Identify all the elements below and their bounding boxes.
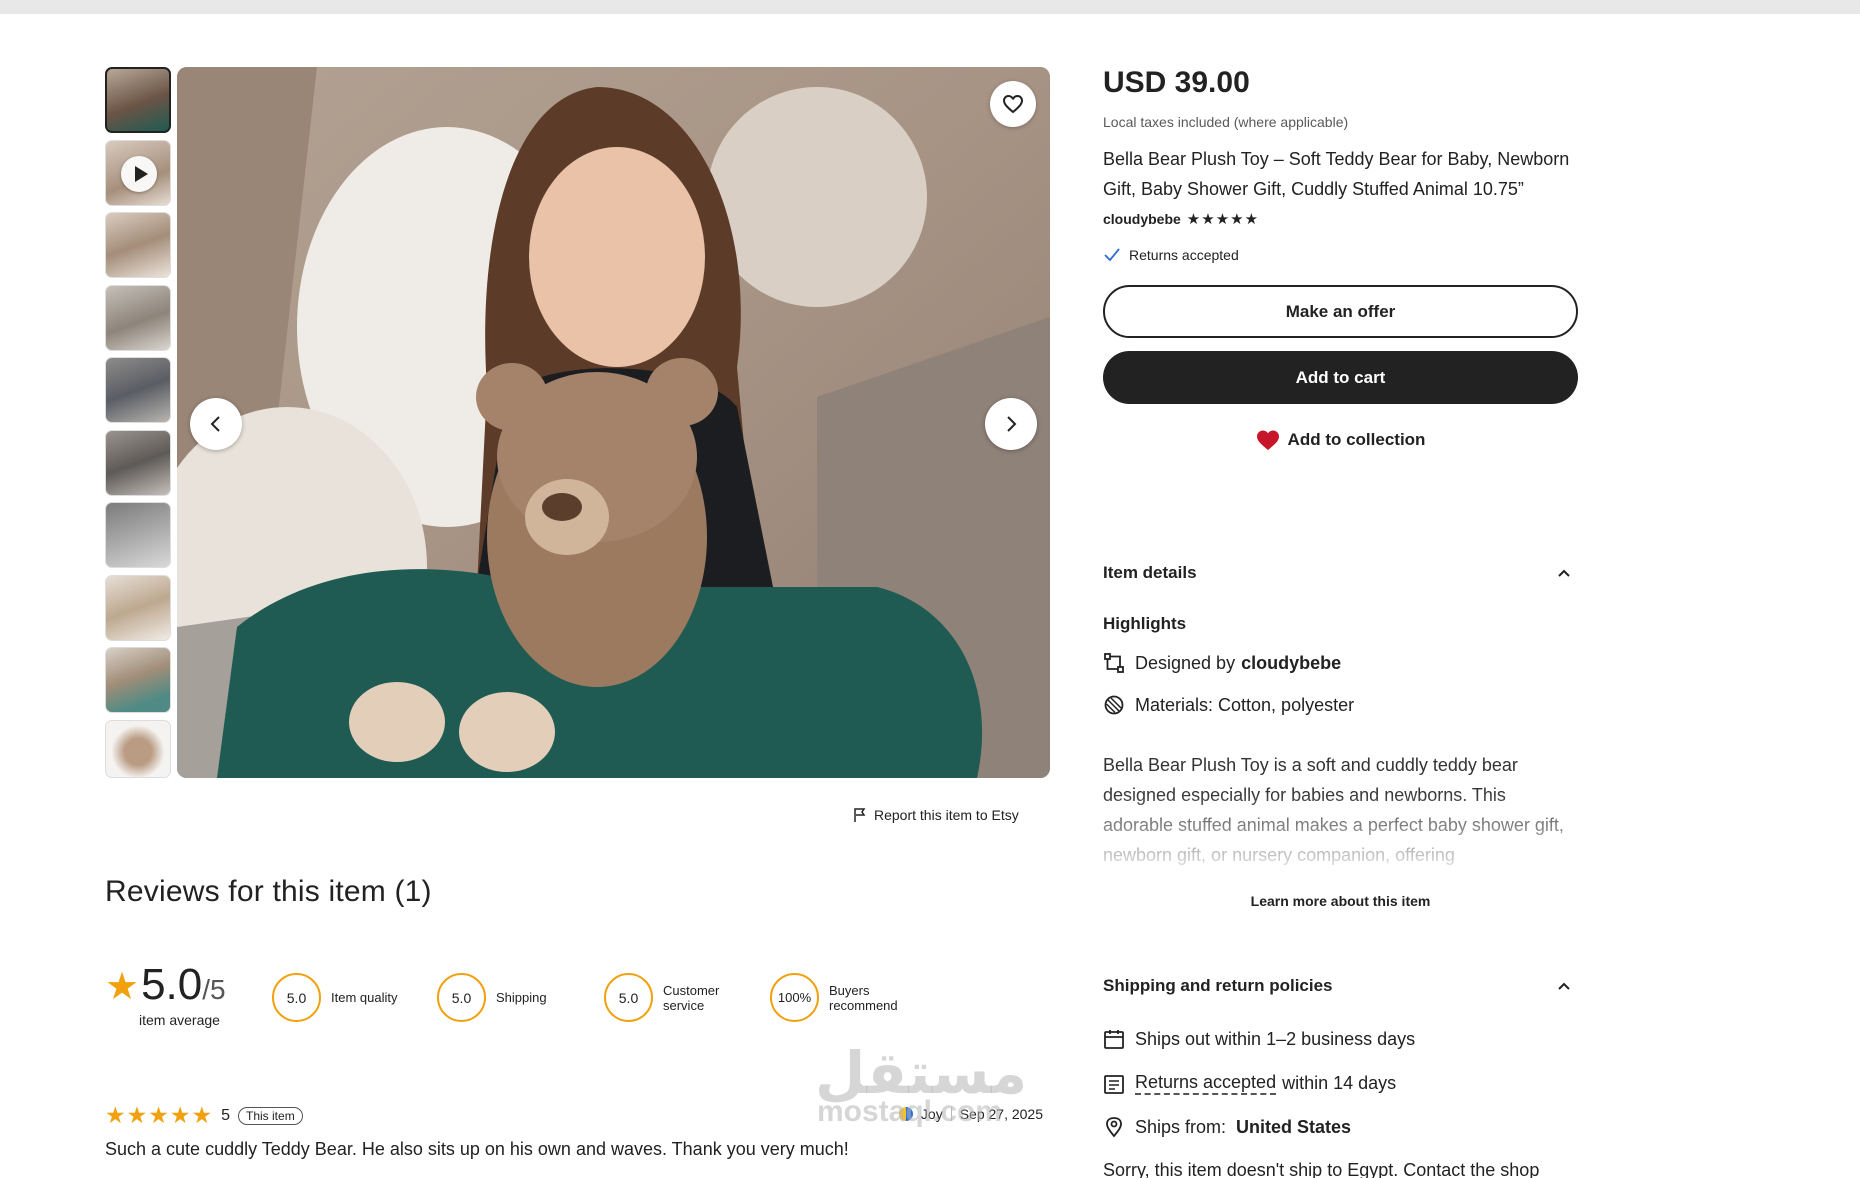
heart-outline-icon	[1002, 94, 1024, 114]
metric-item-quality: 5.0 Item quality	[272, 973, 397, 1022]
calendar-icon	[1104, 1030, 1124, 1049]
metric-value: 5.0	[272, 973, 321, 1022]
metric-label: Customer service	[663, 982, 720, 1013]
item-details-toggle[interactable]: Item details	[1103, 563, 1578, 583]
thumbnail-strip	[105, 67, 171, 784]
add-to-collection-button[interactable]: Add to collection	[1103, 428, 1578, 452]
flag-icon	[854, 808, 866, 822]
divider	[950, 1107, 952, 1121]
receipt-icon	[1104, 1074, 1124, 1094]
thumbnail-4[interactable]	[105, 284, 171, 351]
returns-row: Returns accepted within 14 days	[1103, 1072, 1396, 1095]
materials-icon	[1104, 695, 1124, 715]
thumbnail-7[interactable]	[105, 502, 171, 568]
price: USD 39.00	[1103, 66, 1250, 99]
chevron-up-icon	[1558, 569, 1570, 577]
ships-out-text: Ships out within 1–2 business days	[1135, 1028, 1416, 1049]
metric-shipping: 5.0 Shipping	[437, 973, 547, 1022]
average-label: item average	[139, 1012, 220, 1028]
returns-accepted: Returns accepted	[1103, 246, 1578, 264]
ships-from-label: Ships from:	[1135, 1116, 1227, 1137]
this-item-badge: This item	[238, 1106, 303, 1125]
thumbnail-5[interactable]	[105, 357, 171, 423]
thumbnail-10[interactable]	[105, 719, 171, 778]
product-photo	[177, 67, 1050, 778]
report-label: Report this item to Etsy	[874, 807, 1019, 823]
heart-filled-icon	[1256, 430, 1279, 450]
reviews-heading: Reviews for this item (1)	[105, 875, 432, 908]
previous-image-button[interactable]	[190, 398, 242, 450]
play-icon	[121, 155, 157, 192]
designed-by-row: Designed by cloudybebe	[1103, 652, 1341, 674]
materials-text: Materials: Cotton, polyester	[1135, 694, 1355, 715]
materials-row: Materials: Cotton, polyester	[1103, 694, 1354, 716]
metric-buyers-recommend: 100% Buyers recommend	[770, 973, 909, 1022]
review-card: ★★★★★ 5 This item Joy Sep 27, 2025 Such …	[105, 1102, 1045, 1160]
browser-top-strip	[0, 0, 1860, 14]
location-pin-icon	[1106, 1117, 1122, 1138]
shipping-restriction-note: Sorry, this item doesn't ship to Egypt. …	[1103, 1160, 1540, 1178]
buy-box: USD 39.00 Local taxes included (where ap…	[1103, 60, 1578, 452]
shipping-policies-toggle[interactable]: Shipping and return policies	[1103, 976, 1578, 996]
shop-link[interactable]: cloudybebe ★★★★★	[1103, 210, 1578, 228]
metric-label: Shipping	[496, 990, 547, 1005]
report-item-link[interactable]: Report this item to Etsy	[852, 807, 1019, 823]
add-to-cart-button[interactable]: Add to cart	[1103, 351, 1578, 404]
reviewer-avatar	[898, 1107, 913, 1121]
returns-label: Returns accepted	[1129, 247, 1239, 263]
metric-value: 100%	[770, 973, 819, 1022]
returns-window-text: within 14 days	[1282, 1073, 1397, 1093]
ships-from-row: Ships from: United States	[1103, 1116, 1351, 1138]
checkmark-icon	[1104, 248, 1120, 262]
thumbnail-video[interactable]	[105, 139, 171, 206]
star-icon: ★	[105, 966, 140, 1008]
add-to-collection-label: Add to collection	[1287, 430, 1426, 449]
review-date: Sep 27, 2025	[959, 1106, 1043, 1122]
metric-label: Item quality	[331, 990, 398, 1005]
metric-label: Buyers recommend	[829, 982, 898, 1013]
review-stars: ★★★★★	[105, 1102, 214, 1128]
watermark-main: مستقل	[815, 1041, 1028, 1106]
ships-from-country: United States	[1236, 1116, 1352, 1137]
designer-shop-link[interactable]: cloudybebe	[1241, 653, 1341, 674]
next-image-button[interactable]	[985, 398, 1037, 450]
tax-note: Local taxes included (where applicable)	[1103, 114, 1349, 130]
metric-customer-service: 5.0 Customer service	[604, 973, 733, 1022]
thumbnail-8[interactable]	[105, 574, 171, 641]
returns-policy-link[interactable]: Returns accepted	[1135, 1072, 1277, 1095]
average-out-of: /5	[202, 974, 226, 1005]
chevron-up-icon	[1558, 982, 1570, 990]
thumbnail-9[interactable]	[105, 647, 171, 713]
chevron-left-icon	[210, 416, 220, 432]
main-product-image[interactable]	[177, 67, 1050, 778]
review-text: Such a cute cuddly Teddy Bear. He also s…	[105, 1139, 849, 1159]
metric-value: 5.0	[437, 973, 486, 1022]
chevron-right-icon	[1007, 416, 1017, 432]
thumbnail-6[interactable]	[105, 429, 171, 496]
shop-stars: ★★★★★	[1186, 211, 1260, 228]
thumbnail-1[interactable]	[105, 67, 171, 133]
favorite-button[interactable]	[990, 81, 1036, 127]
make-offer-button[interactable]: Make an offer	[1103, 285, 1578, 338]
reviewer-name[interactable]: Joy	[921, 1106, 943, 1122]
designer-icon	[1104, 653, 1124, 673]
thumbnail-3[interactable]	[105, 212, 171, 278]
item-details-heading: Item details	[1103, 563, 1197, 582]
item-description: Bella Bear Plush Toy is a soft and cuddl…	[1103, 755, 1564, 865]
metric-value: 5.0	[604, 973, 653, 1022]
shop-name: cloudybebe	[1103, 211, 1181, 227]
review-rating: 5	[221, 1106, 231, 1124]
product-title: Bella Bear Plush Toy – Soft Teddy Bear f…	[1103, 149, 1570, 199]
learn-more-link[interactable]: Learn more about this item	[1103, 893, 1578, 909]
highlights-heading: Highlights	[1103, 614, 1187, 633]
average-rating: ★ 5.0 /5 item average	[105, 960, 226, 1028]
designed-by-label: Designed by	[1135, 652, 1236, 673]
average-value: 5.0	[141, 960, 203, 1009]
shipping-heading: Shipping and return policies	[1103, 976, 1333, 995]
ships-out-row: Ships out within 1–2 business days	[1103, 1028, 1415, 1050]
